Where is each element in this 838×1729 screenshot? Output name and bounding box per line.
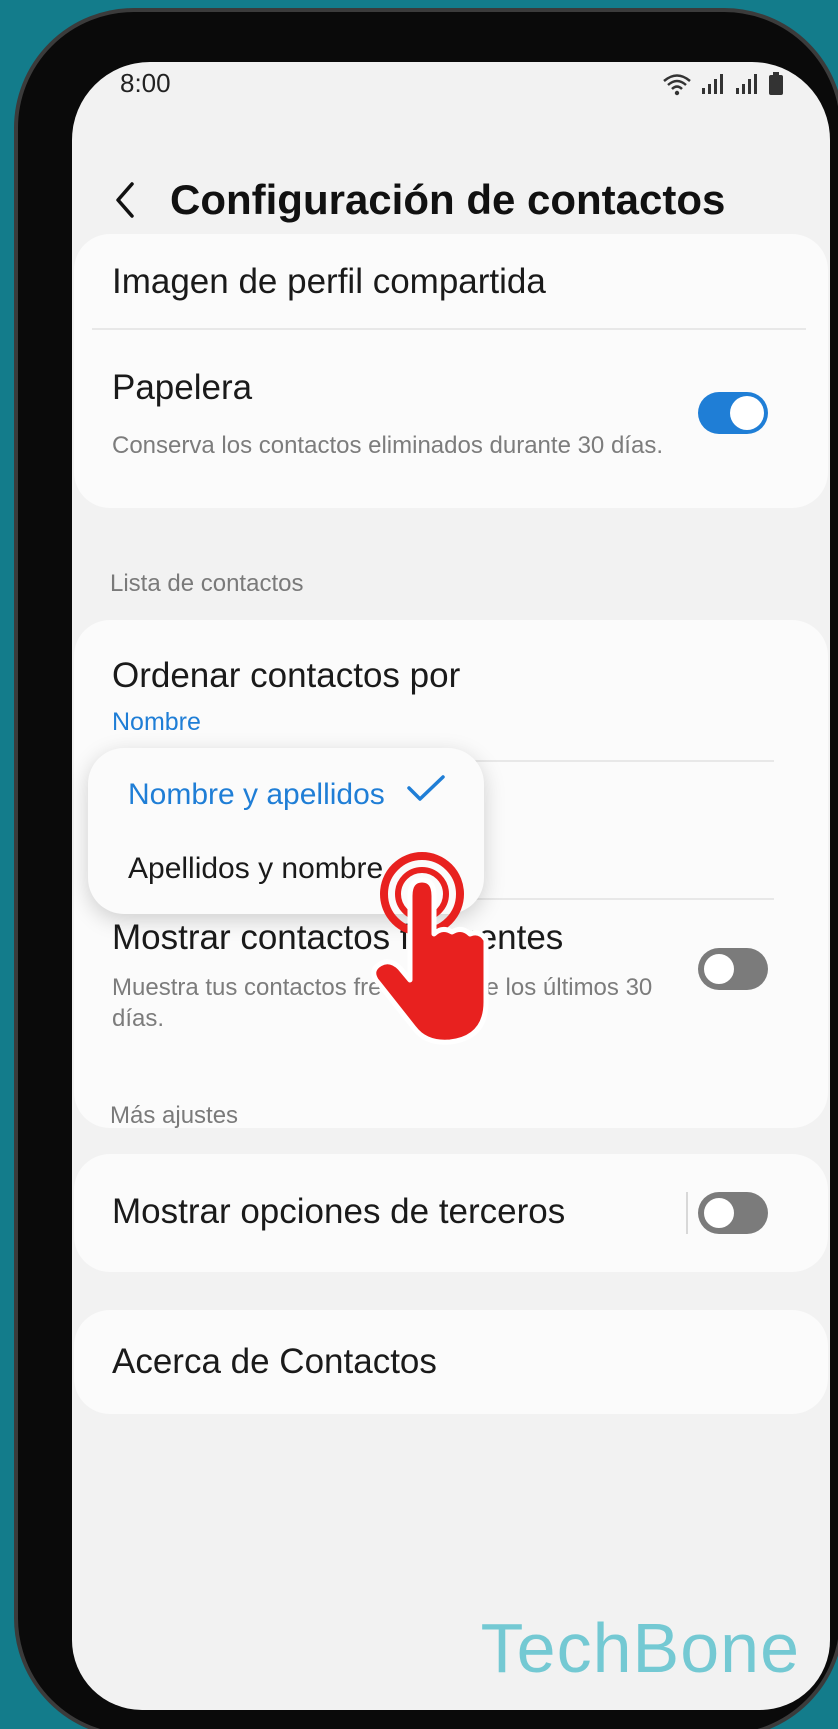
settings-card-more: Mostrar opciones de terceros [74,1154,828,1272]
sort-contacts-value: Nombre [112,708,201,736]
about-label: Acerca de Contactos [112,1342,437,1381]
trash-label: Papelera [112,368,253,407]
about-row[interactable]: Acerca de Contactos [74,1310,828,1414]
trash-toggle[interactable] [698,392,768,434]
profile-image-label: Imagen de perfil compartida [112,262,546,301]
phone-frame: 8:00 Configuración de contactos Imagen d… [14,8,838,1729]
frequent-contacts-toggle[interactable] [698,948,768,990]
sort-contacts-label: Ordenar contactos por [112,656,461,695]
sort-option-label: Apellidos y nombre [128,852,384,885]
section-more-settings: Más ajustes [110,1102,239,1129]
section-contact-list: Lista de contactos [110,570,304,597]
signal-icon [702,74,723,94]
trash-row[interactable]: Papelera Conserva los contactos eliminad… [74,330,828,508]
vertical-divider [686,1192,688,1234]
sort-contacts-row[interactable]: Ordenar contactos por Nombre [74,620,828,760]
signal-icon [736,74,757,94]
sort-option-label: Nombre y apellidos [128,778,385,811]
page-title: Configuración de contactos [170,176,726,223]
checkmark-icon [407,775,445,801]
tap-hand-icon [371,852,489,1045]
status-icons [662,72,784,96]
app-bar: Configuración de contactos [72,162,830,242]
status-bar: 8:00 [72,62,830,106]
battery-icon [769,72,783,95]
wifi-icon [663,74,691,96]
back-arrow-icon[interactable] [108,180,148,220]
profile-image-row[interactable]: Imagen de perfil compartida [74,234,828,328]
third-party-toggle[interactable] [698,1192,768,1234]
sort-option-first-last[interactable]: Nombre y apellidos [88,748,484,832]
screen: 8:00 Configuración de contactos Imagen d… [72,62,830,1710]
third-party-label: Mostrar opciones de terceros [112,1192,566,1231]
settings-card-general: Imagen de perfil compartida Papelera Con… [74,234,828,508]
trash-description: Conserva los contactos eliminados durant… [112,432,663,459]
settings-card-about: Acerca de Contactos [74,1310,828,1414]
watermark: TechBone [480,1609,800,1687]
third-party-row[interactable]: Mostrar opciones de terceros [74,1154,828,1272]
status-time: 8:00 [120,68,171,98]
